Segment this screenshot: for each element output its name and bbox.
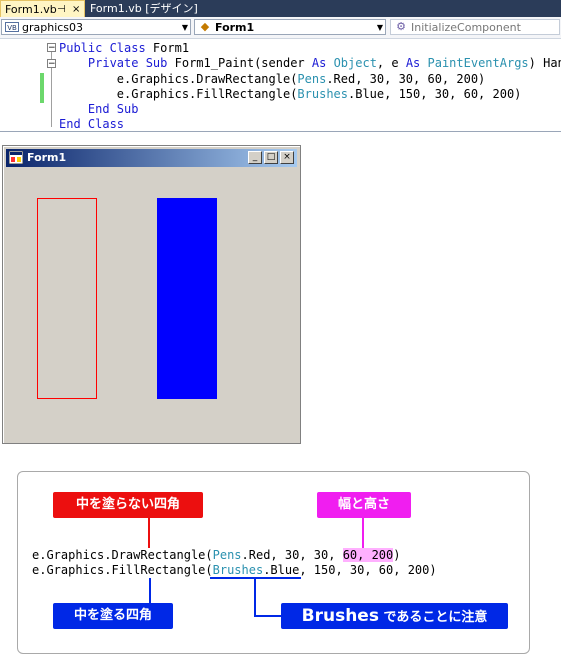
member-dropdown-value: InitializeComponent [411,21,521,34]
project-dropdown-value: graphics03 [22,21,84,34]
form1-window: Form1 _ □ × [2,145,301,444]
vb-file-icon: VB [5,22,19,32]
member-dropdown[interactable]: ⚙ InitializeComponent [390,19,560,35]
identifier: Form1_Paint(sender [167,56,312,70]
statement: e.Graphics.DrawRectangle( [32,548,213,562]
class-dropdown-value: Form1 [215,21,255,34]
form-client-area [7,169,297,440]
code-line-1: Public Class Form1 [59,41,189,56]
close-button[interactable]: × [280,151,294,164]
drawn-rectangle [37,198,97,399]
collapse-icon[interactable]: − [47,43,56,53]
type-name: Brushes [212,563,264,577]
chevron-down-icon: ▼ [181,23,188,32]
change-marker [40,73,44,103]
navigation-bar: VB graphics03 ▼ ◆ Form1 ▼ ⚙ InitializeCo… [0,17,561,39]
code-line-5: End Sub [59,102,139,117]
statement: .Blue, 150, 30, 60, 200) [263,563,437,577]
tab-label: Form1.vb [5,3,57,16]
type-name: Pens [212,548,242,562]
code-area[interactable]: − − Public Class Form1 Private Sub Form1… [0,39,561,131]
document-tab-bar: Form1.vb ⊣ × Form1.vb [デザイン] [0,0,561,17]
annotated-code-line-1: e.Graphics.DrawRectangle(Pens.Red, 30, 3… [32,548,401,563]
label-width-height: 幅と高さ [317,492,411,518]
project-dropdown[interactable]: VB graphics03 ▼ [1,19,191,35]
method-icon: ⚙ [396,20,406,33]
annotated-code-line-2: e.Graphics.FillRectangle(Brushes.Blue, 1… [32,563,437,578]
keyword: As [311,56,327,70]
statement: .Red, 30, 30, 60, 200) [326,72,486,86]
statement: ) [393,548,401,562]
close-tab-icon[interactable]: × [72,1,80,18]
type-name: PaintEventArgs [420,56,529,70]
label-brushes-text: であることに注意 [378,610,488,625]
code-line-4: e.Graphics.FillRectangle(Brushes.Blue, 1… [59,87,522,102]
form-icon [9,151,23,164]
type-name: Pens [297,72,327,86]
title-bar[interactable]: Form1 _ □ × [6,149,297,167]
statement: e.Graphics.FillRectangle( [32,563,213,577]
highlighted-size-args: 60, 200 [342,548,394,562]
annotation-panel: 中を塗らない四角 幅と高さ e.Graphics.DrawRectangle(P… [17,471,530,654]
label-unfilled-rectangle: 中を塗らない四角 [53,492,203,518]
tab-label: Form1.vb [デザイン] [90,2,198,15]
class-icon: ◆ [200,20,210,33]
identifier: ) Han [528,56,561,70]
keyword: End Class [59,117,125,131]
filled-rectangle [157,198,217,399]
statement: e.Graphics.FillRectangle( [116,87,298,101]
outline-line [51,43,52,127]
tab-form1-vb[interactable]: Form1.vb ⊣ × [0,0,85,17]
label-brushes-keyword: Brushes [301,606,379,626]
code-line-6: End Class [59,117,124,132]
window-title: Form1 [27,151,67,164]
code-editor: Form1.vb ⊣ × Form1.vb [デザイン] VB graphics… [0,0,561,132]
collapse-icon[interactable]: − [47,59,56,69]
identifier: Form1 [145,41,190,55]
keyword: End Sub [87,102,139,116]
label-brushes-note: Brushes であることに注意 [281,603,508,629]
tab-form1-design[interactable]: Form1.vb [デザイン] [86,0,198,17]
type-name: Brushes [297,87,348,101]
chevron-down-icon: ▼ [376,23,383,32]
pin-icon[interactable]: ⊣ [57,1,66,18]
identifier: , e [376,56,406,70]
maximize-button[interactable]: □ [264,151,278,164]
statement: e.Graphics.DrawRectangle( [116,72,298,86]
statement: .Blue, 150, 30, 60, 200) [348,87,522,101]
code-line-3: e.Graphics.DrawRectangle(Pens.Red, 30, 3… [59,72,485,87]
minimize-button[interactable]: _ [248,151,262,164]
class-dropdown[interactable]: ◆ Form1 ▼ [194,19,386,35]
type-name: Object [326,56,377,70]
keyword: Public Class [59,41,146,55]
label-filled-rectangle: 中を塗る四角 [53,603,173,629]
statement: .Red, 30, 30, [241,548,343,562]
code-line-2: Private Sub Form1_Paint(sender As Object… [59,56,561,71]
keyword: Private Sub [87,56,168,70]
keyword: As [405,56,421,70]
